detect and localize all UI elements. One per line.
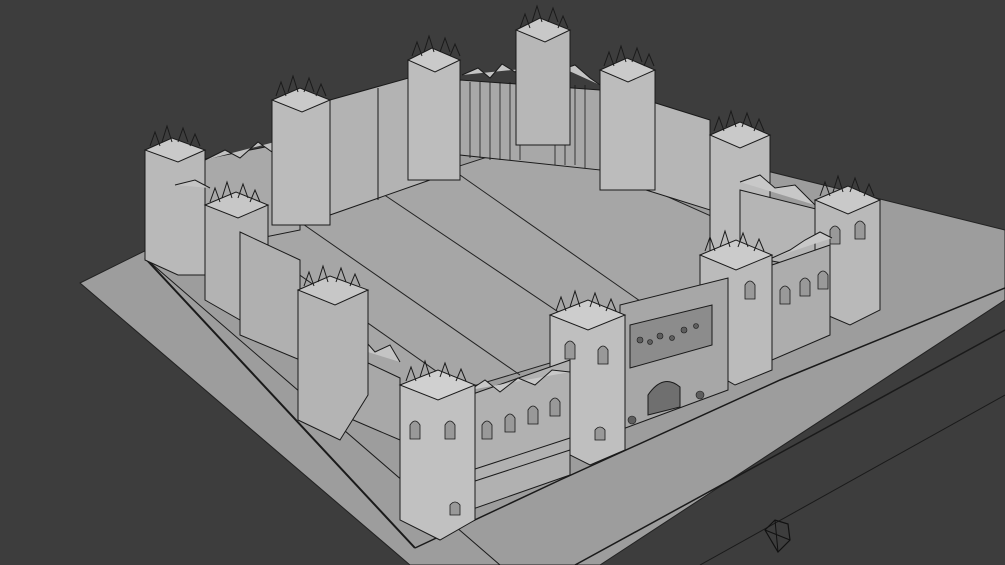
3d-viewport[interactable] — [0, 0, 1005, 565]
tower[interactable] — [598, 44, 657, 191]
tower[interactable] — [143, 124, 207, 276]
camera-gizmo-icon[interactable] — [764, 519, 791, 553]
tower[interactable] — [406, 34, 462, 181]
tower[interactable] — [398, 359, 477, 541]
castle-model-wireframe[interactable] — [0, 0, 1005, 565]
tower[interactable] — [514, 4, 572, 146]
tower[interactable] — [270, 74, 332, 226]
